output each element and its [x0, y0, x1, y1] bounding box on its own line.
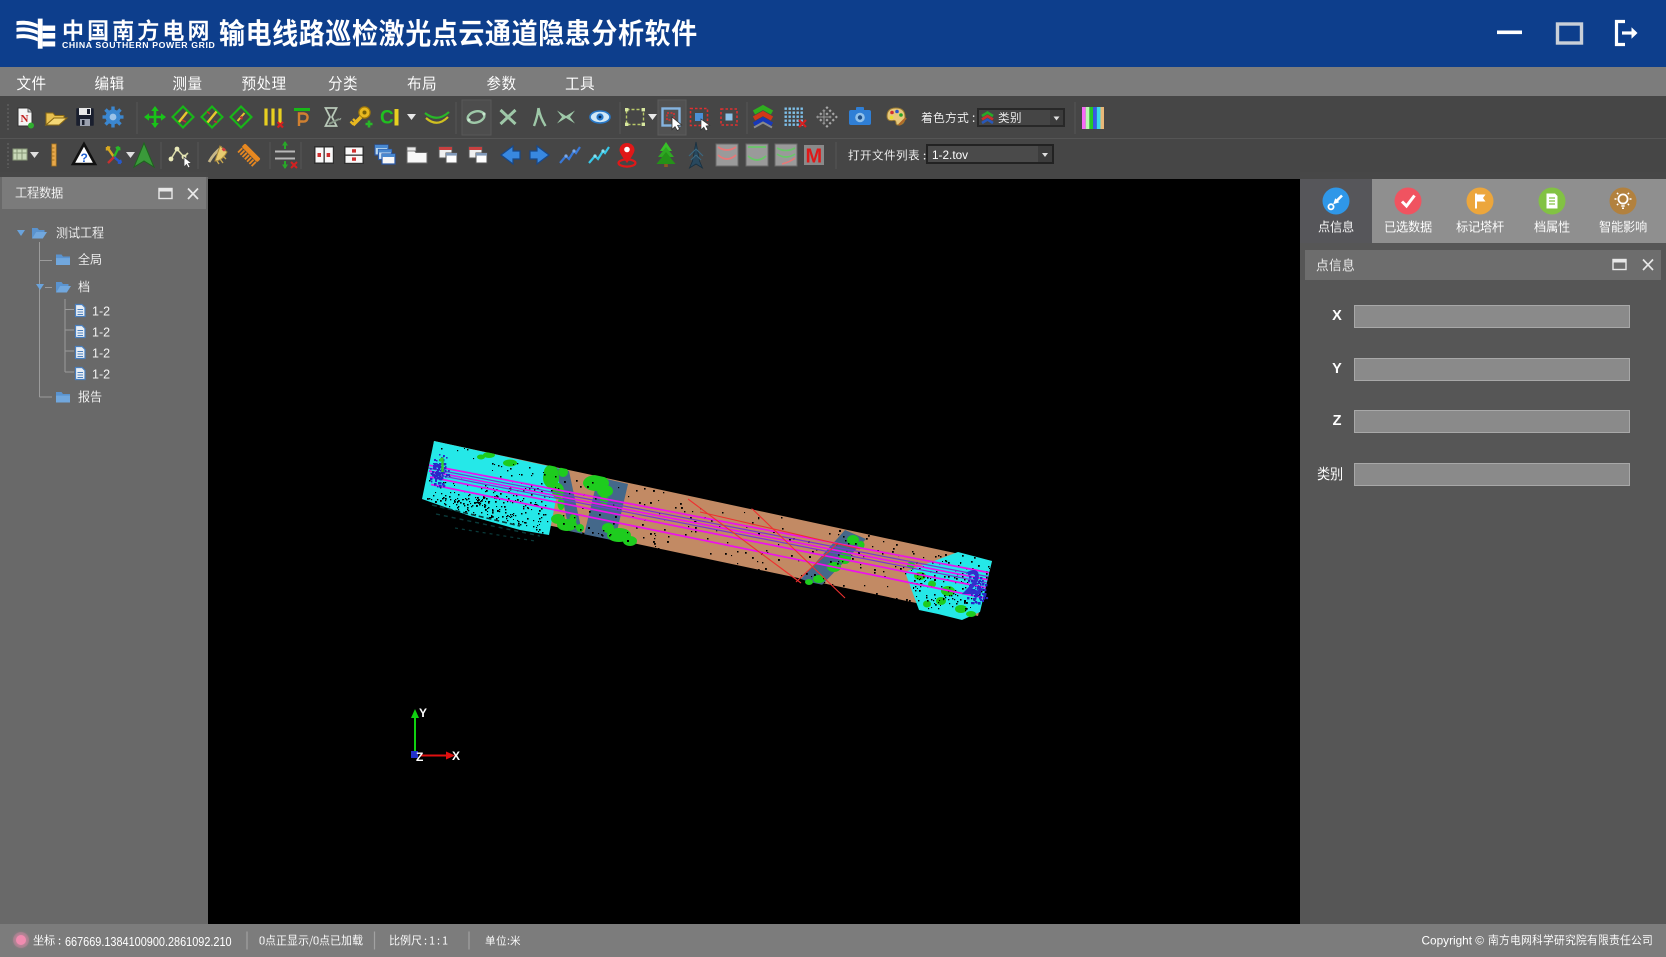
- svg-text:Y: Y: [419, 706, 427, 720]
- svg-text:Z: Z: [416, 750, 423, 764]
- svg-text:Copyright ©: Copyright ©: [1422, 934, 1485, 948]
- svg-text:X: X: [452, 749, 460, 763]
